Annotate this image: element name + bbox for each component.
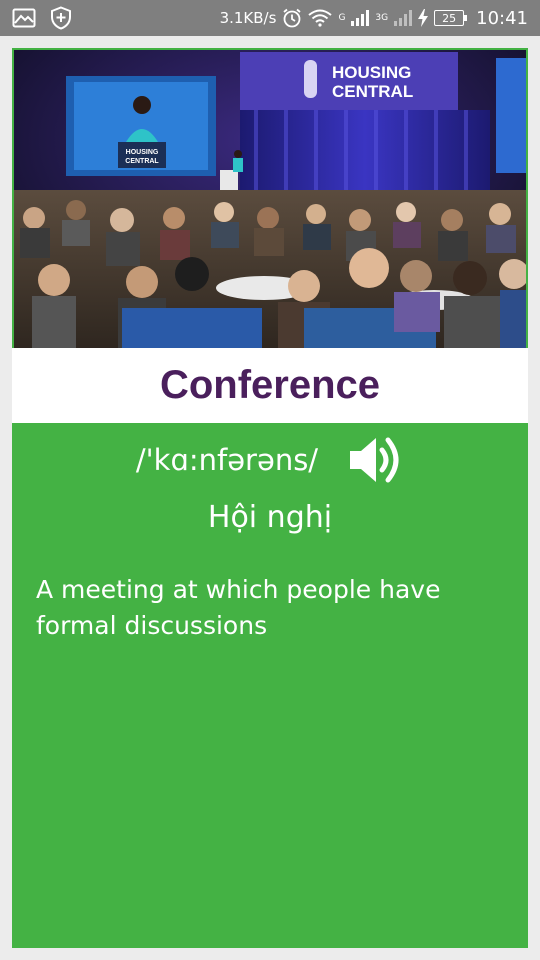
- image-icon: [12, 8, 36, 28]
- alarm-icon: [282, 8, 302, 28]
- network-type-1: G: [338, 13, 346, 23]
- definition-text: A meeting at which people have formal di…: [36, 575, 441, 640]
- status-left: [12, 6, 72, 30]
- speaker-icon[interactable]: [348, 434, 404, 486]
- clock: 10:41: [476, 7, 528, 29]
- banner-text-line-2: CENTRAL: [332, 82, 413, 101]
- flashcard[interactable]: HOUSING CENTRAL HOUSING CENTRAL Conferen…: [12, 48, 528, 948]
- status-bar: 3.1KB/s G 3G 25 10:41: [0, 0, 540, 36]
- conference-photo: HOUSING CENTRAL HOUSING CENTRAL: [12, 48, 528, 348]
- translation: Hội nghị: [207, 500, 333, 535]
- network-speed: 3.1KB/s: [219, 9, 277, 27]
- status-right: 3.1KB/s G 3G 25 10:41: [220, 8, 528, 29]
- wifi-icon: [308, 9, 333, 27]
- signal-icon-2: [394, 10, 413, 26]
- signal-icon: [351, 10, 370, 26]
- phonetic-transcription: /'kɑ:nfərəns/: [135, 443, 319, 477]
- vocabulary-word: Conference: [159, 363, 381, 407]
- podium-logo-line-1: HOUSING: [126, 149, 159, 156]
- network-type-2: 3G: [375, 13, 389, 23]
- battery-level: 25: [442, 11, 457, 25]
- shield-icon: [50, 6, 72, 30]
- podium-logo-line-2: CENTRAL: [125, 158, 159, 165]
- battery-indicator: 25: [434, 10, 468, 26]
- word-band: Conference: [12, 348, 528, 423]
- pronunciation-row: /'kɑ:nfərəns/: [12, 430, 528, 490]
- banner-text-line-1: HOUSING: [332, 63, 411, 82]
- charging-icon: [418, 9, 429, 27]
